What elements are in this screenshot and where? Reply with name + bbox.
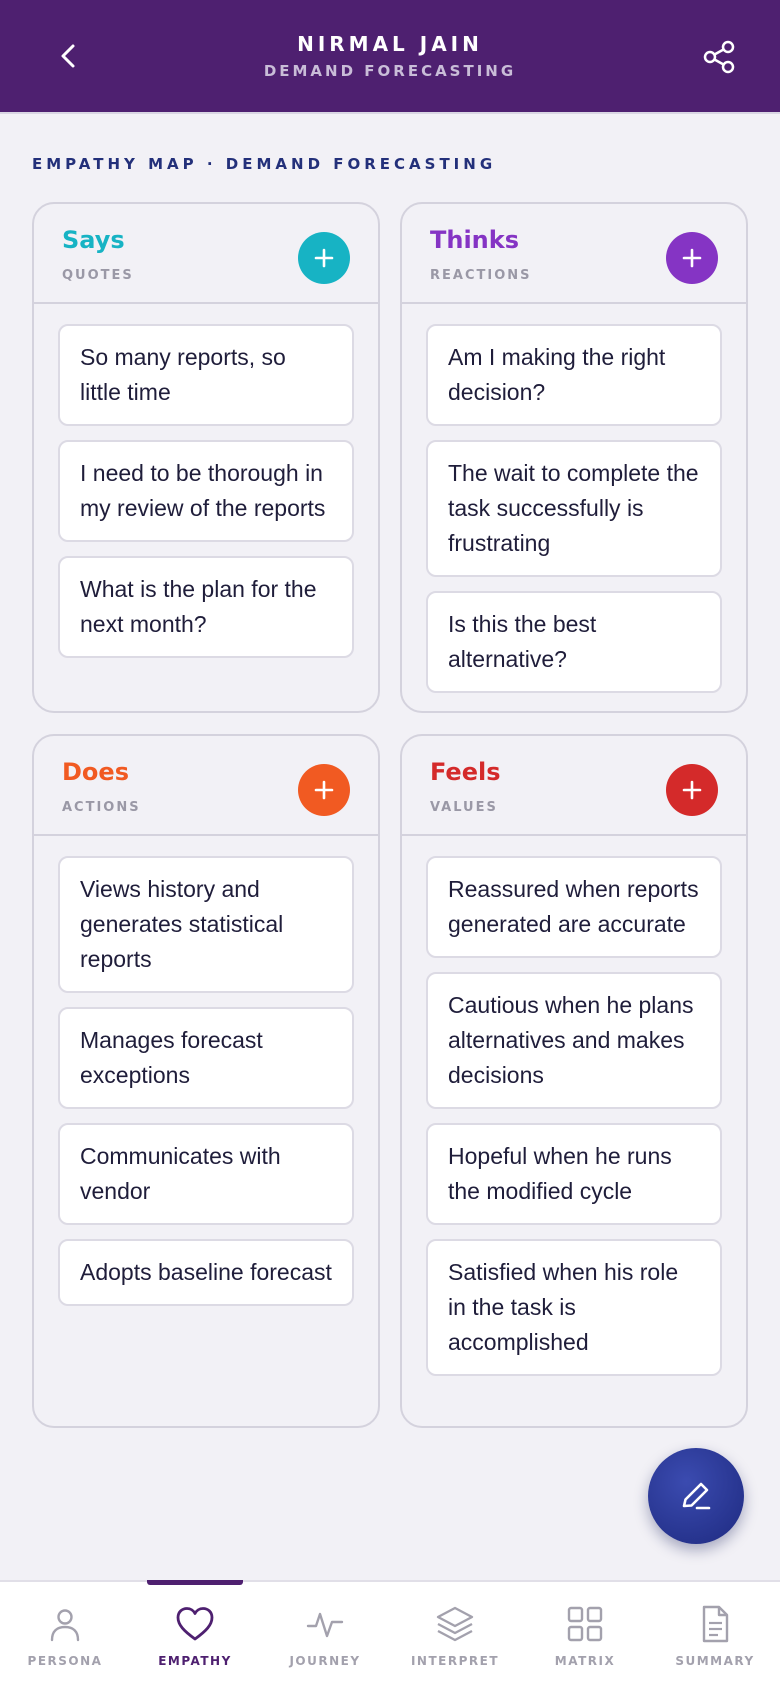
bottom-nav: PERSONA EMPATHY JOURNEY INTERPRET MATRIX [0,1580,780,1688]
plus-icon [314,780,334,800]
add-thinks-button[interactable] [666,232,718,284]
card-list: Am I making the right decision? The wait… [402,304,746,693]
pencil-icon [682,1482,711,1510]
chevron-left-icon [61,44,75,68]
does-card[interactable]: Views history and generates statistical … [58,856,354,993]
nav-label: SUMMARY [675,1654,755,1668]
quadrant-header: Says QUOTES [34,204,378,304]
does-card[interactable]: Communicates with vendor [58,1123,354,1225]
share-icon [703,40,735,74]
does-card[interactable]: Manages forecast exceptions [58,1007,354,1109]
nav-label: MATRIX [554,1654,616,1668]
document-icon [702,1605,729,1643]
quadrant-header: Feels VALUES [402,736,746,836]
feels-card[interactable]: Reassured when reports generated are acc… [426,856,722,958]
add-does-button[interactable] [298,764,350,816]
thinks-card[interactable]: The wait to complete the task successful… [426,440,722,577]
does-card[interactable]: Adopts baseline forecast [58,1239,354,1306]
plus-icon [314,248,334,268]
feels-card[interactable]: Hopeful when he runs the modified cycle [426,1123,722,1225]
active-tab-indicator [147,1580,243,1585]
person-icon [50,1609,80,1642]
quadrant-title: Feels [430,758,501,786]
says-card[interactable]: I need to be thorough in my review of th… [58,440,354,542]
nav-label: PERSONA [27,1654,103,1668]
back-button[interactable] [44,32,92,80]
quadrant-says: Says QUOTES So many reports, so little t… [32,202,380,713]
heart-icon [176,1607,214,1641]
quadrant-header: Thinks REACTIONS [402,204,746,304]
quadrant-title: Says [62,226,125,254]
nav-summary[interactable]: SUMMARY [650,1582,780,1688]
app-header: NIRMAL JAIN DEMAND FORECASTING [0,0,780,112]
edit-fab-button[interactable] [648,1448,744,1544]
thinks-card[interactable]: Is this the best alternative? [426,591,722,693]
section-label: EMPATHY MAP · DEMAND FORECASTING [32,155,497,173]
header-divider [0,112,780,114]
nav-label: INTERPRET [410,1654,500,1668]
add-says-button[interactable] [298,232,350,284]
quadrant-subtitle: REACTIONS [430,268,532,283]
quadrant-title: Thinks [430,226,520,254]
quadrant-does: Does ACTIONS Views history and generates… [32,734,380,1428]
layers-icon [436,1606,474,1642]
quadrant-title: Does [62,758,129,786]
add-feels-button[interactable] [666,764,718,816]
card-list: So many reports, so little time I need t… [34,304,378,658]
nav-persona[interactable]: PERSONA [0,1582,130,1688]
scenario-name: DEMAND FORECASTING [263,62,517,80]
share-button[interactable] [694,32,744,82]
nav-matrix[interactable]: MATRIX [520,1582,650,1688]
nav-empathy[interactable]: EMPATHY [130,1580,260,1688]
persona-name: NIRMAL JAIN [297,32,483,56]
quadrant-header: Does ACTIONS [34,736,378,836]
card-list: Reassured when reports generated are acc… [402,836,746,1376]
quadrant-thinks: Thinks REACTIONS Am I making the right d… [400,202,748,713]
pulse-icon [306,1612,344,1638]
grid-icon [567,1606,603,1642]
thinks-card[interactable]: Am I making the right decision? [426,324,722,426]
card-list: Views history and generates statistical … [34,836,378,1306]
says-card[interactable]: So many reports, so little time [58,324,354,426]
nav-interpret[interactable]: INTERPRET [390,1582,520,1688]
nav-journey[interactable]: JOURNEY [260,1582,390,1688]
quadrant-feels: Feels VALUES Reassured when reports gene… [400,734,748,1428]
plus-icon [682,248,702,268]
feels-card[interactable]: Cautious when he plans alternatives and … [426,972,722,1109]
nav-label: JOURNEY [289,1654,361,1668]
header-titles: NIRMAL JAIN DEMAND FORECASTING [264,32,516,80]
nav-label: EMPATHY [158,1654,232,1668]
quadrant-subtitle: QUOTES [62,268,134,283]
quadrant-subtitle: ACTIONS [62,800,141,815]
plus-icon [682,780,702,800]
quadrant-subtitle: VALUES [430,800,498,815]
says-card[interactable]: What is the plan for the next month? [58,556,354,658]
feels-card[interactable]: Satisfied when his role in the task is a… [426,1239,722,1376]
